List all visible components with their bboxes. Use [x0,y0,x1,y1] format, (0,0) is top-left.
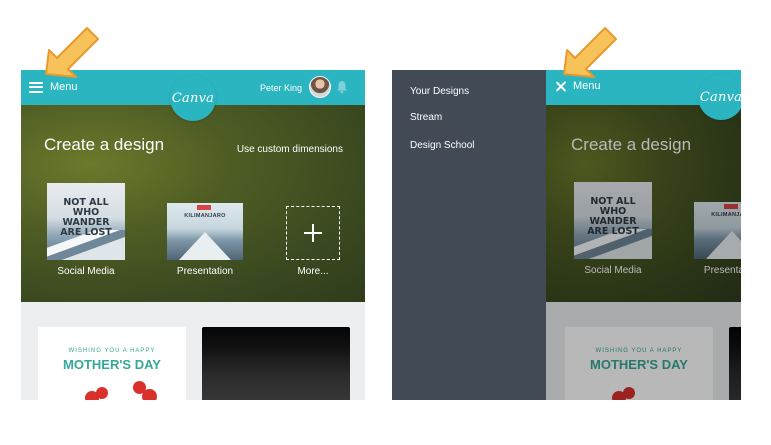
logo-text: Canva [171,90,215,106]
canva-logo[interactable]: Canva [170,75,216,121]
template-more[interactable]: More... [286,206,340,277]
presentation-thumbnail: KILIMANJARO [694,202,741,259]
annotation-arrow-icon [45,27,99,78]
canva-app-menu-open: Your Designs Stream Design School Menu C… [392,70,741,400]
template-social-media[interactable]: NOT ALL WHO WANDER ARE LOST Social Media [574,182,652,276]
side-menu-item-design-school[interactable]: Design School [410,140,474,151]
design-card-dark[interactable] [729,327,741,400]
hamburger-icon [29,81,43,93]
social-media-thumbnail-text: NOT ALL WHO WANDER ARE LOST [587,195,639,237]
shifted-content: Menu Canva Create a design NOT ALL WHO W… [546,70,741,400]
card-subtitle: WISHING YOU A HAPPY [68,348,156,354]
template-label: Social Media [584,265,642,276]
menu-label: Menu [573,80,601,92]
template-label: Presentation [176,266,234,277]
close-menu-button[interactable]: Menu [556,80,601,92]
avatar[interactable] [309,76,331,98]
card-title: MOTHER'S DAY [63,357,161,372]
presentation-thumbnail-text: KILIMANJARO [184,213,226,219]
logo-text: Canva [699,89,741,105]
card-title: MOTHER'S DAY [590,357,688,372]
side-menu: Your Designs Stream Design School [392,70,546,400]
create-design-section: Create a design Use custom dimensions NO… [21,105,365,302]
template-label: More... [297,266,329,277]
tutorial-screenshot: Menu Peter King Canva Create a design Us… [0,0,771,445]
close-icon [556,81,567,92]
canva-logo[interactable]: Canva [698,74,741,120]
menu-label: Menu [50,81,78,93]
design-card-mothers-day[interactable]: WISHING YOU A HAPPY MOTHER'S DAY [38,327,186,400]
social-media-thumbnail: NOT ALL WHO WANDER ARE LOST [574,182,652,259]
template-label: Social Media [57,266,115,277]
canva-app-menu-closed: Menu Peter King Canva Create a design Us… [21,70,365,400]
presentation-thumbnail-text: KILIMANJARO [711,212,741,218]
menu-button[interactable]: Menu [29,81,78,93]
side-menu-item-stream[interactable]: Stream [410,112,442,123]
card-subtitle: WISHING YOU A HAPPY [595,348,683,354]
page-title: Create a design [571,135,692,154]
custom-dimensions-link[interactable]: Use custom dimensions [237,144,343,155]
template-social-media[interactable]: NOT ALL WHO WANDER ARE LOST Social Media [47,183,125,277]
design-card-mothers-day[interactable]: WISHING YOU A HAPPY MOTHER'S DAY [565,327,713,400]
bell-icon[interactable] [336,80,348,94]
presentation-thumbnail: KILIMANJARO [167,203,243,260]
side-menu-item-your-designs[interactable]: Your Designs [410,86,469,97]
annotation-arrow-icon [563,27,617,78]
template-presentation[interactable]: KILIMANJARO Presentation [167,203,243,277]
more-box [286,206,340,260]
plus-icon [304,224,322,242]
social-media-thumbnail-text: NOT ALL WHO WANDER ARE LOST [60,196,112,238]
create-design-section: Create a design NOT ALL WHO WANDER ARE L… [546,105,741,302]
social-media-thumbnail: NOT ALL WHO WANDER ARE LOST [47,183,125,260]
page-title: Create a design [44,135,165,154]
template-presentation[interactable]: KILIMANJARO Presentation [694,202,741,276]
user-name[interactable]: Peter King [260,83,302,93]
design-card-dark[interactable] [202,327,350,400]
template-label: Presentation [703,265,741,276]
